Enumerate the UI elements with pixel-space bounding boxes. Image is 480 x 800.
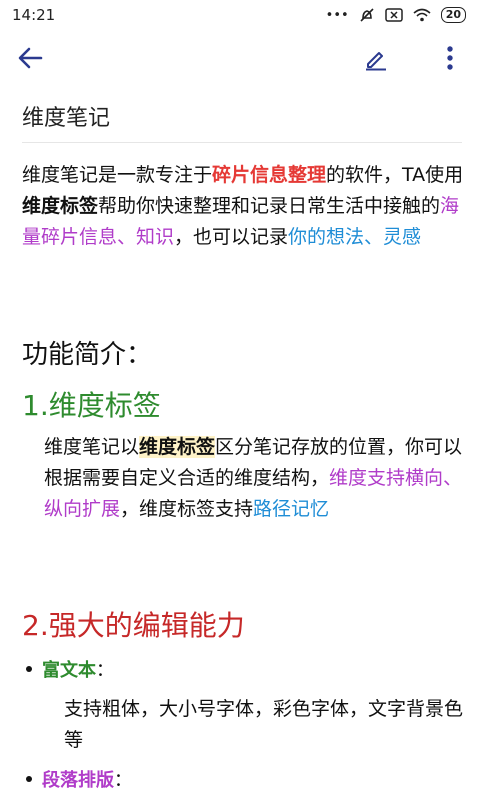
note-title: 维度笔记 [22,106,111,131]
pencil-icon [366,52,386,71]
bold-text: 维度标签 [22,195,99,217]
highlighted-text: 维度标签 [139,436,216,458]
back-arrow-icon [18,47,43,69]
blue-text: 你的想法、灵感 [288,226,422,248]
wifi-icon [413,8,431,22]
status-icons: ••• 20 [326,7,466,23]
toolbar [0,30,480,86]
more-options-button[interactable] [430,38,470,78]
more-dots-icon: ••• [325,7,349,23]
text-span: 帮助你快速整理和记录日常生活中接触的 [98,195,441,217]
back-button[interactable] [10,38,50,78]
bullet1-description: 支持粗体，大小号字体，彩色字体，文字背景色等 [64,698,464,751]
features-heading: 功能简介： [22,340,153,370]
status-bar: 14:21 ••• 20 [0,0,480,30]
bullet-dot [26,666,32,672]
bullet-label: 富文本 [42,660,96,681]
intro-paragraph: 维度笔记是一款专注于碎片信息整理的软件，TA使用维度标签帮助你快速整理和记录日常… [22,160,467,253]
blue-text: 路径记忆 [253,498,330,520]
list-item: 段落排版： [26,766,132,792]
red-bold-text: 碎片信息整理 [212,164,327,186]
text-span: ，维度标签支持 [120,498,254,520]
sim-icon [384,8,403,22]
section2-heading: 2.强大的编辑能力 [22,609,245,642]
bullet-colon: ： [114,770,132,791]
text-span: ，也可以记录 [174,226,289,248]
bullet-colon: ： [96,660,114,681]
status-time: 14:21 [12,6,56,24]
edit-button[interactable] [356,38,396,78]
more-vert-icon [447,46,453,70]
section1-heading: 1.维度标签 [22,389,161,422]
text-span: 维度笔记是一款专注于 [22,164,213,186]
bullet-label: 段落排版 [42,770,114,791]
text-span: 的软件，TA使用 [326,164,464,186]
bullet-dot [26,776,32,782]
battery-indicator: 20 [440,7,466,23]
list-item: 富文本： [26,656,114,682]
section1-paragraph: 维度笔记以维度标签区分笔记存放的位置，你可以根据需要自定义合适的维度结构，维度支… [44,432,469,525]
text-span: 维度笔记以 [44,436,140,458]
title-divider [22,142,462,143]
mute-icon [360,8,374,22]
